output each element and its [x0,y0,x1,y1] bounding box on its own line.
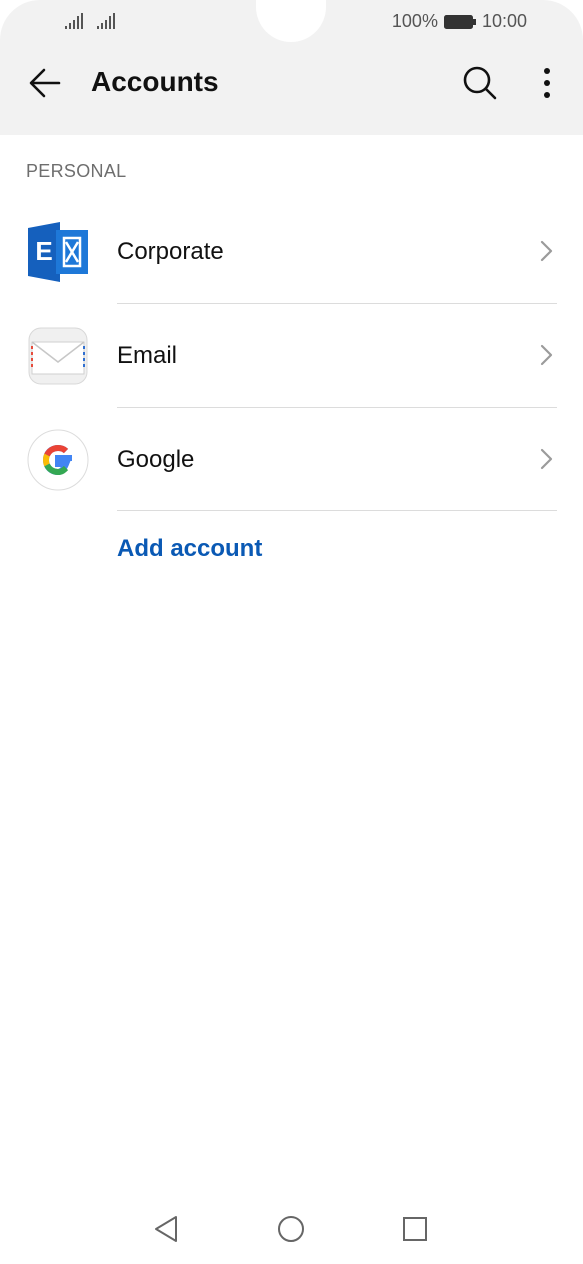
page-title: Accounts [91,66,219,97]
google-icon [27,429,89,491]
account-row-google[interactable]: Google [0,408,583,512]
accounts-screen: 100% 10:00 Accounts PERSONAL E Corporate… [0,0,583,1264]
nav-home-icon[interactable] [276,1214,306,1244]
battery-percent: 100% [391,11,438,31]
add-account-link[interactable]: Add account [117,535,262,563]
system-navbar [0,1200,583,1264]
divider [117,510,557,511]
more-options-icon[interactable] [534,63,560,103]
chevron-right-icon [540,448,553,470]
account-label: Corporate [117,238,224,265]
account-label: Email [117,342,178,369]
exchange-icon: E [28,222,88,282]
battery-icon [443,14,476,29]
envelope-icon [28,327,88,385]
section-header-personal: PERSONAL [26,161,127,181]
account-row-corporate[interactable]: E Corporate [0,200,583,304]
top-bar: 100% 10:00 Accounts [0,0,583,135]
camera-notch [256,0,326,42]
signal-icon-2 [97,13,115,29]
back-arrow-icon[interactable] [26,64,64,102]
account-row-email[interactable]: Email [0,304,583,408]
account-label: Google [117,446,195,473]
clock: 10:00 [481,11,527,31]
signal-indicators [64,12,116,30]
status-right: 100% 10:00 [392,11,527,32]
nav-back-icon[interactable] [152,1214,182,1244]
signal-icon [65,13,83,29]
svg-text:E: E [35,236,52,266]
chevron-right-icon [540,240,553,262]
search-icon[interactable] [460,63,500,103]
chevron-right-icon [540,344,553,366]
nav-recents-icon[interactable] [400,1214,430,1244]
